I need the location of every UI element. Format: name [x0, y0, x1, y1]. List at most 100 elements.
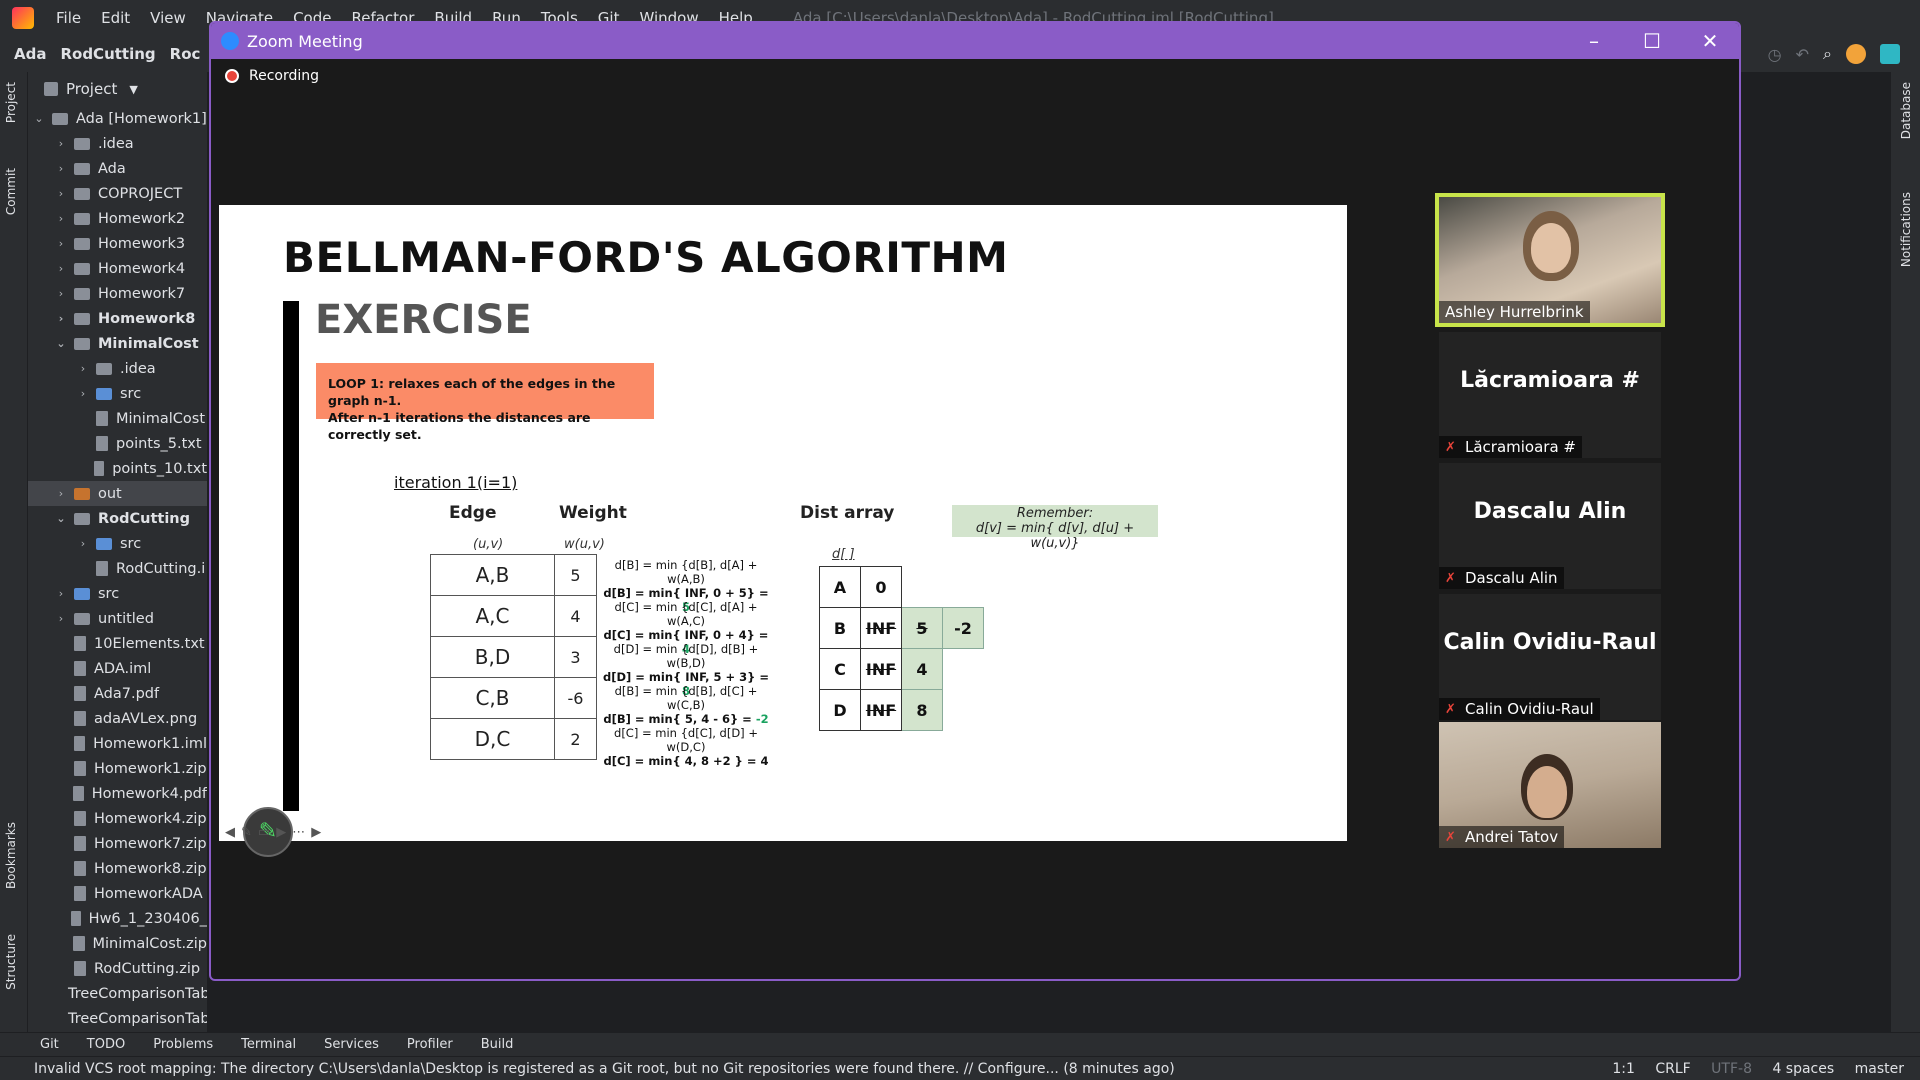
jetbrains-icon[interactable] — [1880, 44, 1900, 64]
tree-item[interactable]: TreeComparisonTable1000000.png — [28, 1006, 207, 1031]
tree-item[interactable]: › Homework3 — [28, 231, 207, 256]
tree-item[interactable]: ⌄ Ada [Homework1] — [28, 106, 207, 131]
breadcrumb-item[interactable]: Roc — [170, 45, 201, 63]
participant-tile[interactable]: Dascalu Alin ✗ Dascalu Alin — [1439, 463, 1661, 589]
status-message[interactable]: Invalid VCS root mapping: The directory … — [34, 1061, 1612, 1077]
tree-item[interactable]: › Homework7 — [28, 281, 207, 306]
tree-item[interactable]: › Homework4 — [28, 256, 207, 281]
tree-item[interactable]: › .idea — [28, 356, 207, 381]
maximize-button[interactable]: ☐ — [1623, 29, 1681, 53]
tree-item[interactable]: › Homework2 — [28, 206, 207, 231]
tree-item[interactable]: MinimalCost.zip — [28, 931, 207, 956]
tree-item[interactable]: points_5.txt — [28, 431, 207, 456]
tree-item[interactable]: › Homework8 — [28, 306, 207, 331]
tree-item[interactable]: RodCutting.zip — [28, 956, 207, 981]
screen-icon[interactable]: ▭ — [258, 825, 270, 840]
participant-video-tile[interactable]: ✗ Andrei Tatov — [1439, 722, 1661, 848]
chevron-right-icon[interactable]: › — [76, 362, 90, 375]
tree-item[interactable]: ⌄ RodCutting — [28, 506, 207, 531]
tree-item[interactable]: Homework1.iml — [28, 731, 207, 756]
minimize-button[interactable]: – — [1565, 29, 1623, 53]
tree-item[interactable]: points_10.txt — [28, 456, 207, 481]
tree-item[interactable]: ⌄ MinimalCost — [28, 331, 207, 356]
participant-tile[interactable]: Calin Ovidiu-Raul ✗ Calin Ovidiu-Raul — [1439, 594, 1661, 720]
tree-item[interactable]: TreeComparisonTable10000.png — [28, 981, 207, 1006]
update-icon[interactable] — [1846, 44, 1866, 64]
tree-item[interactable]: Hw6_1_230406_ — [28, 906, 207, 931]
next-slide-icon[interactable]: ▶ — [311, 825, 321, 840]
close-button[interactable]: ✕ — [1681, 29, 1739, 53]
tree-item[interactable]: › untitled — [28, 606, 207, 631]
tree-item[interactable]: › COPROJECT — [28, 181, 207, 206]
tool-tab-commit[interactable]: Commit — [4, 168, 18, 215]
history-icon[interactable]: ◷ — [1768, 45, 1782, 64]
tree-item[interactable]: Homework4.pdf — [28, 781, 207, 806]
tree-item[interactable]: › out — [28, 481, 207, 506]
menu-file[interactable]: File — [46, 9, 91, 27]
tool-profiler[interactable]: Profiler — [407, 1037, 453, 1052]
menu-edit[interactable]: Edit — [91, 9, 140, 27]
prev-slide-icon[interactable]: ◀ — [225, 825, 235, 840]
recording-indicator[interactable]: Recording — [225, 61, 319, 91]
tool-tab-project[interactable]: Project — [4, 82, 18, 123]
caret-position[interactable]: 1:1 — [1612, 1061, 1635, 1077]
tool-build[interactable]: Build — [481, 1037, 514, 1052]
chevron-right-icon[interactable]: › — [54, 237, 68, 250]
breadcrumb-item[interactable]: RodCutting — [60, 45, 155, 63]
participant-video-tile[interactable]: Ashley Hurrelbrink — [1435, 193, 1665, 327]
more-icon[interactable]: ⋯ — [292, 825, 305, 840]
chevron-right-icon[interactable]: › — [54, 612, 68, 625]
tool-problems[interactable]: Problems — [153, 1037, 213, 1052]
pen-tool-icon[interactable]: ✎ — [241, 825, 252, 840]
tool-todo[interactable]: TODO — [87, 1037, 125, 1052]
chevron-down-icon[interactable]: ⌄ — [54, 512, 68, 525]
chevron-right-icon[interactable]: › — [54, 212, 68, 225]
tree-item[interactable]: Homework4.zip — [28, 806, 207, 831]
line-separator[interactable]: CRLF — [1655, 1061, 1690, 1077]
indent-setting[interactable]: 4 spaces — [1772, 1061, 1834, 1077]
chevron-right-icon[interactable]: › — [76, 537, 90, 550]
tree-item[interactable]: HomeworkADA — [28, 881, 207, 906]
tool-tab-notifications[interactable]: Notifications — [1899, 192, 1913, 267]
chevron-right-icon[interactable]: › — [54, 487, 68, 500]
tree-item[interactable]: RodCutting.i — [28, 556, 207, 581]
tree-item[interactable]: Homework1.zip — [28, 756, 207, 781]
tool-tab-structure[interactable]: Structure — [4, 934, 18, 990]
tool-git[interactable]: Git — [40, 1037, 59, 1052]
tree-item[interactable]: adaAVLex.png — [28, 706, 207, 731]
project-panel-header[interactable]: Project ▼ — [28, 72, 207, 106]
video-icon[interactable]: ▶ — [276, 825, 286, 840]
tree-item[interactable]: ADA.iml — [28, 656, 207, 681]
chevron-right-icon[interactable]: › — [54, 287, 68, 300]
tool-terminal[interactable]: Terminal — [241, 1037, 296, 1052]
tree-item[interactable]: › .idea — [28, 131, 207, 156]
tree-item[interactable]: Ada7.pdf — [28, 681, 207, 706]
undo-icon[interactable]: ↶ — [1796, 45, 1809, 64]
tool-services[interactable]: Services — [324, 1037, 379, 1052]
tree-item[interactable]: Homework8.zip — [28, 856, 207, 881]
chevron-right-icon[interactable]: › — [54, 587, 68, 600]
chevron-right-icon[interactable]: › — [54, 162, 68, 175]
chevron-down-icon[interactable]: ▼ — [129, 83, 137, 96]
tree-item[interactable]: › src — [28, 381, 207, 406]
chevron-down-icon[interactable]: ⌄ — [32, 112, 46, 125]
tree-item[interactable]: › Ada — [28, 156, 207, 181]
chevron-down-icon[interactable]: ⌄ — [54, 337, 68, 350]
tree-item[interactable]: Homework7.zip — [28, 831, 207, 856]
chevron-right-icon[interactable]: › — [54, 312, 68, 325]
tool-tab-database[interactable]: Database — [1899, 82, 1913, 139]
breadcrumb-item[interactable]: Ada — [14, 45, 46, 63]
chevron-right-icon[interactable]: › — [54, 187, 68, 200]
tree-item[interactable]: › src — [28, 581, 207, 606]
tree-item[interactable]: 10Elements.txt — [28, 631, 207, 656]
tree-item[interactable]: MinimalCost — [28, 406, 207, 431]
menu-view[interactable]: View — [140, 9, 196, 27]
chevron-right-icon[interactable]: › — [76, 387, 90, 400]
search-icon[interactable]: ⌕ — [1823, 44, 1832, 64]
git-branch[interactable]: master — [1855, 1061, 1904, 1077]
chevron-right-icon[interactable]: › — [54, 262, 68, 275]
file-encoding[interactable]: UTF-8 — [1711, 1061, 1752, 1077]
tool-tab-bookmarks[interactable]: Bookmarks — [4, 822, 18, 889]
tree-item[interactable]: › src — [28, 531, 207, 556]
chevron-right-icon[interactable]: › — [54, 137, 68, 150]
